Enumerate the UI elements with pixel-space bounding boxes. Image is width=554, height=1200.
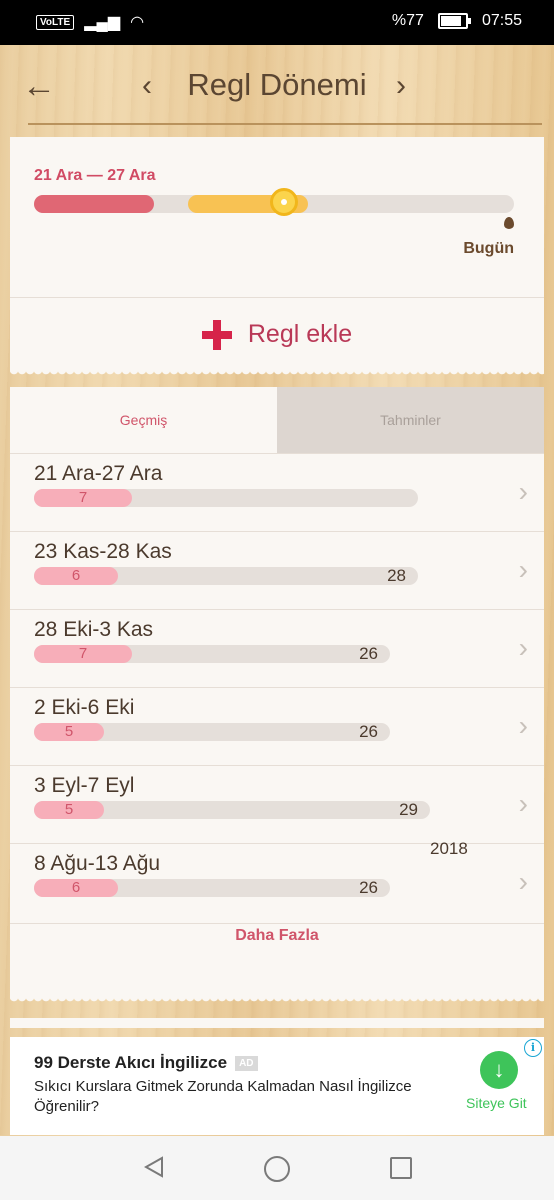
battery-icon [437,13,471,29]
cycle-bar: 7 [34,489,418,507]
app-header: ← ‹ Regl Dönemi › [0,45,554,125]
history-dates: 3 Eyl-7 Eyl [34,774,135,797]
system-nav-bar [0,1136,554,1200]
current-period-card: 21 Ara — 27 Ara Bugün Regl ekle [10,137,544,377]
chevron-right-icon: › [518,476,528,507]
tab-predictions[interactable]: Tahminler [277,387,544,453]
history-dates: 8 Ağu-13 Ağu [34,852,161,875]
battery-percent: %77 [391,12,424,29]
history-dates: 2 Eki-6 Eki [34,696,135,719]
period-length: 7 [34,645,132,663]
history-card: Geçmiş Tahminler 21 Ara-27 Ara 7 › 23 Kas-2… [10,387,544,1004]
chevron-right-icon: › [518,632,528,663]
cycle-bar: 5 29 [34,801,430,819]
header-divider [28,123,542,125]
status-bar: VoLTE ▂▄▆ ◠ %77 07:55 [0,0,554,45]
chevron-right-icon[interactable]: › [396,69,406,103]
year-label: 2018 [430,839,468,858]
clock: 07:55 [481,12,522,29]
history-dates: 23 Kas-28 Kas [34,540,172,563]
divider [10,923,544,924]
page-title: Regl Dönemi [187,67,367,102]
plus-icon [201,319,232,350]
cycle-length: 28 [387,566,406,585]
cycle-bar: 6 26 [34,879,390,897]
chevron-right-icon: › [518,866,528,897]
cycle-bar: 6 28 [34,567,418,585]
ovulation-icon [270,188,298,216]
cycle-track [34,188,514,216]
chevron-right-icon: › [518,788,528,819]
period-length: 5 [34,801,104,819]
volte-icon: VoLTE [36,14,75,30]
add-period-button[interactable]: Regl ekle [10,297,544,372]
period-length: 5 [34,723,104,741]
history-row[interactable]: 28 Eki-3 Kas 7 26 › [10,609,544,688]
ad-description: Sıkıcı Kurslara Gitmek Zorunda Kalmadan … [34,1078,412,1115]
period-length: 7 [34,489,132,507]
current-range: 21 Ara — 27 Ara [34,167,156,184]
ad-title: 99 Derste Akıcı İngilizce AD [34,1053,258,1073]
history-dates: 28 Eki-3 Kas [34,618,154,641]
history-dates: 21 Ara-27 Ara [34,462,163,485]
history-row[interactable]: 23 Kas-28 Kas 6 28 › [10,531,544,610]
card-edge [10,998,544,1004]
download-icon[interactable]: ↓ [480,1051,518,1089]
ad-banner[interactable]: 99 Derste Akıcı İngilizce AD Sıkıcı Kursl… [10,1037,544,1135]
wifi-icon: ◠ [130,14,145,31]
info-icon[interactable]: i [524,1039,542,1057]
cycle-bar: 5 26 [34,723,390,741]
card-strip [10,1018,544,1028]
history-row[interactable]: 2 Eki-6 Eki 5 26 › [10,687,544,766]
nav-back-icon[interactable] [144,1156,164,1178]
ad-badge: AD [235,1056,258,1071]
add-period-label: Regl ekle [247,320,353,348]
period-length: 6 [34,567,118,585]
chevron-right-icon: › [518,554,528,585]
tab-history[interactable]: Geçmiş [10,387,277,453]
nav-recents-icon[interactable] [390,1157,412,1179]
period-segment [34,195,154,213]
period-length: 6 [34,879,118,897]
card-edge [10,371,544,377]
cycle-length: 26 [359,878,378,897]
chevron-right-icon: › [518,710,528,741]
tab-bar: Geçmiş Tahminler [10,387,544,453]
history-row[interactable]: 21 Ara-27 Ara 7 › [10,453,544,532]
ad-title-text: 99 Derste Akıcı İngilizce [34,1053,228,1072]
cycle-length: 29 [399,800,418,819]
cycle-bar: 7 26 [34,645,390,663]
cycle-length: 26 [359,722,378,741]
today-label: Bugün [463,240,514,257]
nav-home-icon[interactable] [264,1156,290,1182]
drop-icon [504,217,514,229]
ad-cta-button[interactable]: Siteye Git [466,1095,527,1111]
more-button[interactable]: Daha Fazla [10,927,544,945]
cycle-length: 26 [359,644,378,663]
history-row[interactable]: 3 Eyl-7 Eyl 5 29 › [10,765,544,844]
signal-icon: ▂▄▆ [84,14,121,31]
